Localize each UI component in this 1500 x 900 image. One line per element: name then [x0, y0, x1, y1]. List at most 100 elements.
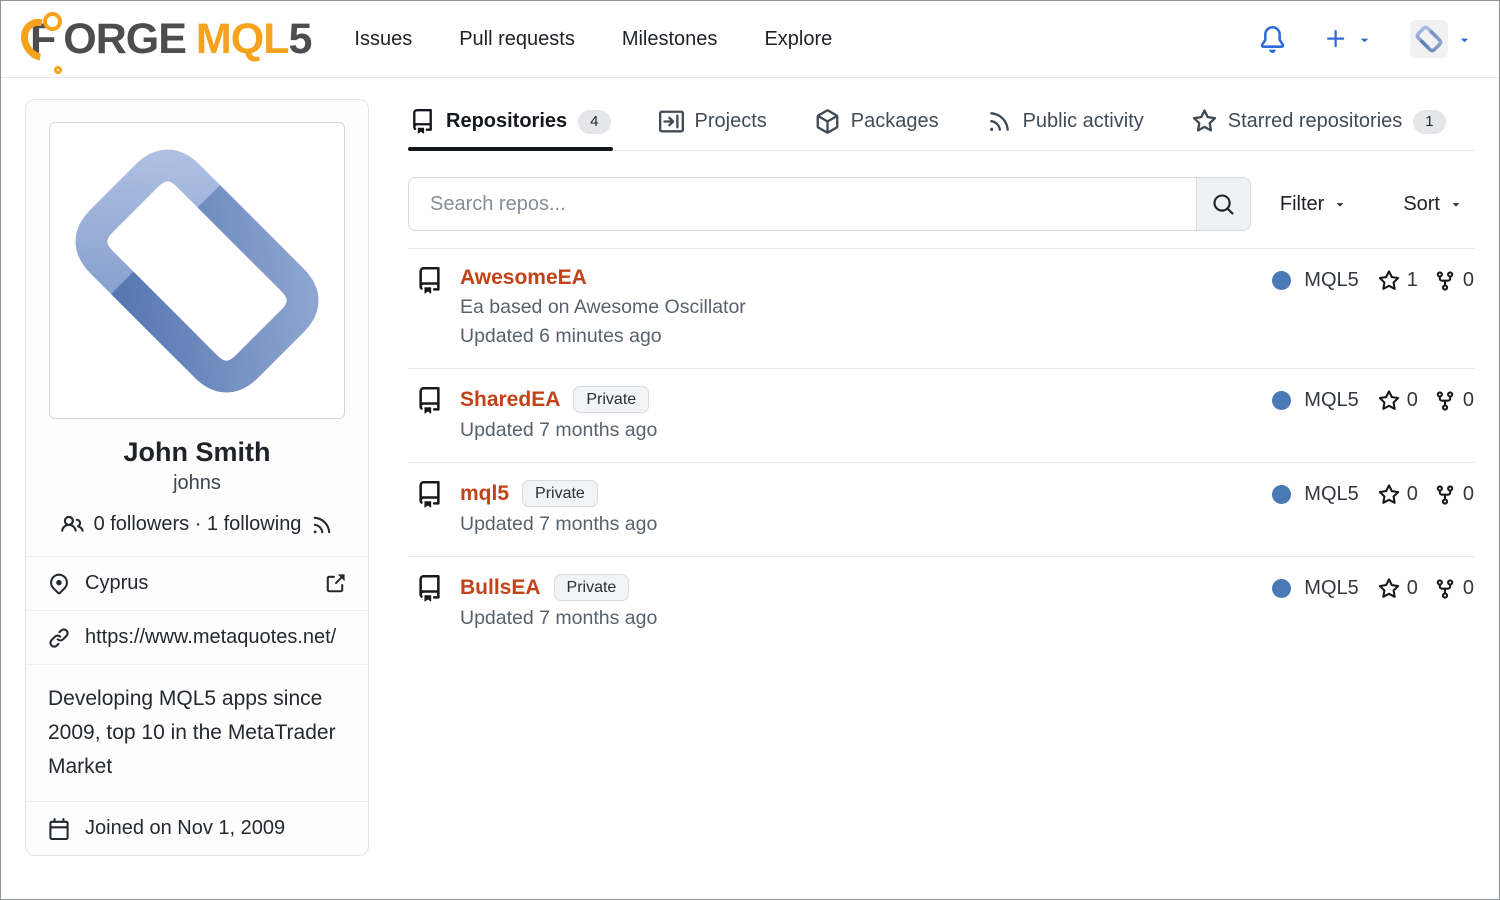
search-button[interactable]	[1196, 177, 1251, 231]
user-avatar	[1410, 20, 1448, 58]
fork-count-link[interactable]: 0	[1434, 577, 1474, 600]
tab-count-badge: 4	[578, 110, 610, 134]
repo-info: mql5 Private Updated 7 months ago	[460, 480, 657, 536]
profile-avatar	[49, 122, 345, 419]
tab-count-badge: 1	[1413, 110, 1445, 134]
plus-icon	[1324, 27, 1348, 51]
nav-item-explore[interactable]: Explore	[764, 28, 832, 51]
website-link[interactable]: https://www.metaquotes.net/	[85, 626, 336, 649]
nav-item-issues[interactable]: Issues	[354, 28, 412, 51]
repo-info: BullsEA Private Updated 7 months ago	[460, 574, 657, 630]
star-count-link[interactable]: 0	[1378, 483, 1418, 506]
repo-icon	[416, 481, 443, 536]
search-icon	[1212, 193, 1235, 216]
location-text: Cyprus	[85, 572, 148, 595]
language-name: MQL5	[1304, 577, 1358, 600]
sort-label: Sort	[1403, 193, 1440, 216]
private-badge: Private	[522, 480, 598, 507]
logo-ring-decoration	[54, 66, 62, 74]
rss-icon[interactable]	[311, 514, 333, 536]
star-icon	[1378, 270, 1400, 292]
logo-text-orge: ORGE	[63, 15, 186, 64]
search-input[interactable]	[408, 177, 1196, 231]
fork-count-link[interactable]: 0	[1434, 269, 1474, 292]
calendar-icon	[48, 818, 70, 840]
filter-label: Filter	[1280, 193, 1324, 216]
repo-language: MQL5	[1272, 389, 1358, 412]
star-icon	[1378, 484, 1400, 506]
repo-updated-text: Updated 6 minutes ago	[460, 325, 746, 348]
tab-starred-repositories[interactable]: Starred repositories 1	[1190, 99, 1448, 150]
create-new-dropdown[interactable]	[1324, 27, 1372, 51]
language-dot	[1272, 391, 1291, 410]
project-icon	[659, 109, 684, 134]
repo-icon	[410, 109, 435, 134]
notifications-bell-icon[interactable]	[1259, 26, 1286, 53]
rss-icon	[987, 109, 1012, 134]
language-name: MQL5	[1304, 269, 1358, 292]
repo-stats: MQL5 1 0	[1272, 269, 1475, 292]
star-count-link[interactable]: 0	[1378, 577, 1418, 600]
language-name: MQL5	[1304, 389, 1358, 412]
navbar-right-group	[1259, 20, 1472, 58]
fork-count-link[interactable]: 0	[1434, 389, 1474, 412]
sort-dropdown[interactable]: Sort	[1403, 193, 1463, 216]
tab-packages[interactable]: Packages	[813, 99, 941, 150]
repo-name-link[interactable]: BullsEA	[460, 576, 541, 600]
private-badge: Private	[554, 574, 630, 601]
language-dot	[1272, 271, 1291, 290]
external-link-icon[interactable]	[324, 573, 346, 595]
tab-label: Repositories	[446, 110, 567, 133]
repo-name-link[interactable]: AwesomeEA	[460, 266, 587, 290]
repo-updated-text: Updated 7 months ago	[460, 419, 657, 442]
chevron-down-icon	[1333, 197, 1347, 211]
tab-label: Projects	[695, 110, 767, 133]
people-icon	[61, 513, 84, 536]
logo-text-5: 5	[288, 15, 311, 64]
profile-card: John Smith johns 0 followers · 1 followi…	[25, 99, 369, 856]
repo-stats: MQL5 0 0	[1272, 483, 1475, 506]
repo-row: AwesomeEA Ea based on Awesome Oscillator…	[408, 249, 1475, 369]
logo-text-mql: MQL	[196, 15, 289, 64]
profile-full-name: John Smith	[26, 437, 368, 468]
tab-public-activity[interactable]: Public activity	[985, 99, 1146, 150]
fork-count: 0	[1463, 577, 1474, 600]
language-name: MQL5	[1304, 483, 1358, 506]
user-menu-dropdown[interactable]	[1410, 20, 1472, 58]
profile-tabs: Repositories 4 Projects Packages Public …	[408, 99, 1475, 151]
fork-count: 0	[1463, 269, 1474, 292]
star-count-link[interactable]: 1	[1378, 269, 1418, 292]
tab-projects[interactable]: Projects	[657, 99, 769, 150]
repo-language: MQL5	[1272, 577, 1358, 600]
search-box	[408, 177, 1251, 231]
followers-following-link[interactable]: 0 followers · 1 following	[26, 513, 368, 536]
repo-language: MQL5	[1272, 483, 1358, 506]
nav-item-pull-requests[interactable]: Pull requests	[459, 28, 575, 51]
fork-count-link[interactable]: 0	[1434, 483, 1474, 506]
nav-item-milestones[interactable]: Milestones	[622, 28, 718, 51]
star-count-link[interactable]: 0	[1378, 389, 1418, 412]
filter-dropdown[interactable]: Filter	[1280, 193, 1347, 216]
primary-nav: Issues Pull requests Milestones Explore	[354, 28, 832, 51]
tab-label: Starred repositories	[1228, 110, 1403, 133]
repo-name-link[interactable]: mql5	[460, 482, 509, 506]
repo-info: AwesomeEA Ea based on Awesome Oscillator…	[460, 266, 746, 348]
tab-repositories[interactable]: Repositories 4	[408, 99, 613, 150]
repo-icon	[416, 387, 443, 442]
git-fork-icon	[1434, 270, 1456, 292]
repo-language: MQL5	[1272, 269, 1358, 292]
star-count: 0	[1407, 577, 1418, 600]
package-icon	[815, 109, 840, 134]
website-row: https://www.metaquotes.net/	[26, 610, 368, 664]
repo-updated-text: Updated 7 months ago	[460, 607, 657, 630]
star-count: 1	[1407, 269, 1418, 292]
private-badge: Private	[573, 386, 649, 413]
logo-letter-f: F	[28, 15, 55, 64]
chevron-down-icon	[1449, 197, 1463, 211]
profile-bio: Developing MQL5 apps since 2009, top 10 …	[26, 664, 368, 801]
forge-mql5-logo[interactable]: F ORGE MQL 5	[28, 15, 311, 64]
repo-row: BullsEA Private Updated 7 months ago MQL…	[408, 557, 1475, 650]
repo-row: SharedEA Private Updated 7 months ago MQ…	[408, 369, 1475, 463]
repo-updated-text: Updated 7 months ago	[460, 513, 657, 536]
repo-name-link[interactable]: SharedEA	[460, 388, 560, 412]
